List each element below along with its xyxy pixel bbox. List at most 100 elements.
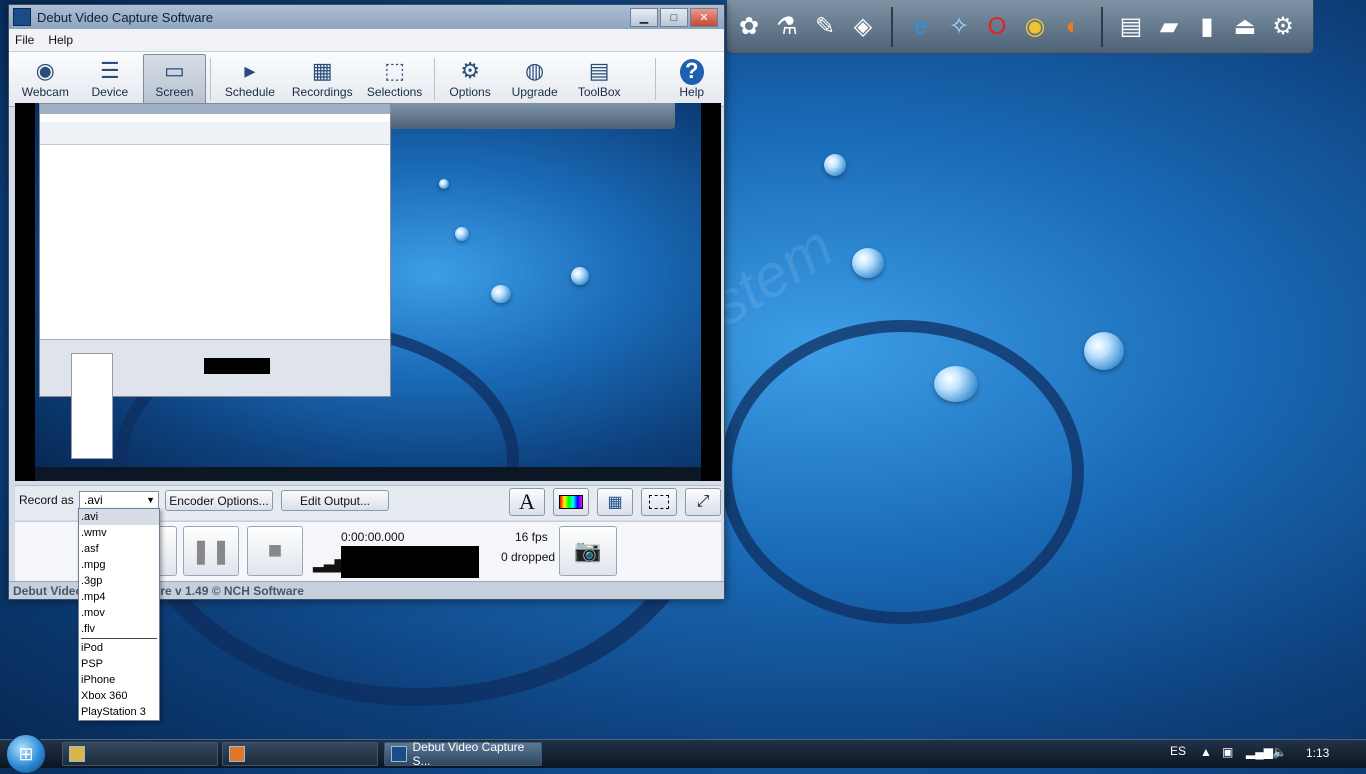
fullscreen-button[interactable]: ⤢: [685, 488, 721, 516]
pause-button[interactable]: ❚❚: [183, 526, 239, 576]
water-drop: [852, 248, 884, 278]
toolbar-selections-button[interactable]: ⬚ Selections: [359, 54, 429, 104]
dock-app-icon[interactable]: ◈: [845, 9, 881, 45]
select-area-button[interactable]: [641, 488, 677, 516]
eject-icon[interactable]: ⏏: [1227, 9, 1263, 45]
water-drop: [455, 227, 469, 241]
toolbar-device-button[interactable]: ☰ Device: [79, 54, 142, 104]
firefox-icon[interactable]: ◐: [1055, 9, 1091, 45]
camera-icon: 📷: [574, 538, 602, 563]
toolbar-webcam-button[interactable]: ◉ Webcam: [14, 54, 77, 104]
preview-meter: [204, 358, 270, 374]
preview-dropdown: [71, 353, 113, 459]
water-drop: [491, 285, 511, 303]
dropped-frames-readout: 0 dropped: [501, 550, 556, 564]
format-option[interactable]: .wmv: [79, 525, 159, 541]
device-tray-icon[interactable]: ▣: [1222, 745, 1233, 759]
video-effects-button[interactable]: ▦: [597, 488, 633, 516]
edit-output-button[interactable]: Edit Output...: [281, 490, 389, 511]
toolbar-separator: [209, 58, 211, 100]
toolbar-options-button[interactable]: ⚙ Options: [439, 54, 502, 104]
color-adjust-button[interactable]: [553, 488, 589, 516]
menu-file[interactable]: File: [15, 33, 34, 47]
format-option[interactable]: .flv: [79, 621, 159, 637]
maximize-button[interactable]: □: [660, 8, 688, 27]
upgrade-icon: ◍: [525, 58, 545, 83]
format-option[interactable]: .asf: [79, 541, 159, 557]
format-option[interactable]: Xbox 360: [79, 688, 159, 704]
dock-app-icon[interactable]: ✎: [807, 9, 843, 45]
water-drop: [824, 154, 846, 176]
format-option[interactable]: PSP: [79, 656, 159, 672]
stop-button[interactable]: ■: [247, 526, 303, 576]
dock-app-icon[interactable]: ✿: [731, 9, 767, 45]
toolbar-toolbox-button[interactable]: ▤ ToolBox: [568, 54, 631, 104]
text-overlay-button[interactable]: A: [509, 488, 545, 516]
browser-icon: [229, 746, 245, 762]
download-icon[interactable]: ▮: [1189, 9, 1225, 45]
toolbar-upgrade-button[interactable]: ◍ Upgrade: [503, 54, 566, 104]
taskbar-item[interactable]: [222, 742, 378, 766]
drive-icon[interactable]: ▰: [1151, 9, 1187, 45]
taskbar-item[interactable]: [62, 742, 218, 766]
taskbar: ⊞ Debut Video Capture S... ES ▲ ▣ ▂▄▆ 🔈 …: [0, 734, 1366, 774]
preview-dock: [385, 103, 675, 129]
recording-timer: 0:00:00.000: [341, 530, 405, 544]
internet-explorer-icon[interactable]: e: [903, 9, 939, 45]
pause-icon: ❚❚: [190, 537, 232, 565]
screen-preview: [15, 103, 721, 481]
dock-separator: [891, 6, 893, 47]
toolbar-screen-button[interactable]: ▭ Screen: [143, 54, 206, 104]
device-icon: ☰: [99, 58, 120, 83]
language-indicator[interactable]: ES: [1170, 744, 1186, 758]
show-hidden-icons-icon[interactable]: ▲: [1200, 745, 1212, 759]
menu-bar: File Help: [9, 29, 724, 52]
preview-menu: [40, 114, 390, 122]
window-title: Debut Video Capture Software: [37, 9, 214, 25]
format-option[interactable]: PlayStation 3: [79, 704, 159, 720]
opera-icon[interactable]: O: [979, 9, 1015, 45]
dock-app-icon[interactable]: ⚗: [769, 9, 805, 45]
settings-icon[interactable]: ⚙: [1265, 9, 1301, 45]
toolbar-separator: [433, 58, 435, 100]
format-option[interactable]: iPod: [79, 640, 159, 656]
toolbar-help-button[interactable]: ? Help: [660, 54, 723, 104]
hard-disk-icon[interactable]: ▤: [1113, 9, 1149, 45]
water-drop: [439, 179, 449, 189]
encoder-options-button[interactable]: Encoder Options...: [165, 490, 273, 511]
toolbar-recordings-button[interactable]: ▦ Recordings: [287, 54, 357, 104]
schedule-icon: ▸: [244, 58, 256, 83]
toolbar-schedule-button[interactable]: ▸ Schedule: [215, 54, 285, 104]
format-option[interactable]: .mpg: [79, 557, 159, 573]
minimize-button[interactable]: ▁: [630, 8, 658, 27]
snapshot-button[interactable]: 📷: [559, 526, 617, 576]
status-text-left: Debut Video: [13, 584, 83, 598]
volume-icon[interactable]: 🔈: [1272, 745, 1287, 759]
folder-icon: [69, 746, 85, 762]
clock[interactable]: 1:13: [1306, 746, 1329, 760]
format-option[interactable]: .avi: [79, 509, 159, 525]
network-icon[interactable]: ▂▄▆: [1246, 745, 1273, 759]
water-drop: [571, 267, 589, 285]
taskbar-item-debut[interactable]: Debut Video Capture S...: [384, 740, 542, 768]
start-button[interactable]: ⊞: [6, 734, 46, 774]
help-icon: ?: [679, 59, 704, 85]
menu-help[interactable]: Help: [48, 33, 73, 47]
chrome-icon[interactable]: ◉: [1017, 9, 1053, 45]
main-toolbar: ◉ Webcam ☰ Device ▭ Screen ▸ Schedule ▦ …: [9, 52, 724, 107]
clapperboard-icon: ▦: [607, 494, 623, 511]
close-button[interactable]: ✕: [690, 8, 718, 27]
format-option[interactable]: .mp4: [79, 589, 159, 605]
screen-icon: ▭: [164, 58, 185, 83]
record-as-label: Record as: [19, 493, 74, 507]
format-option[interactable]: iPhone: [79, 672, 159, 688]
webcam-icon: ◉: [35, 58, 55, 83]
water-splash: [720, 320, 1084, 624]
stop-icon: ■: [267, 537, 283, 564]
water-drop: [934, 366, 978, 402]
format-option[interactable]: .mov: [79, 605, 159, 621]
expand-icon: ⤢: [696, 493, 710, 510]
title-bar[interactable]: Debut Video Capture Software ▁ □ ✕: [9, 5, 724, 29]
safari-icon[interactable]: ✧: [941, 9, 977, 45]
format-option[interactable]: .3gp: [79, 573, 159, 589]
